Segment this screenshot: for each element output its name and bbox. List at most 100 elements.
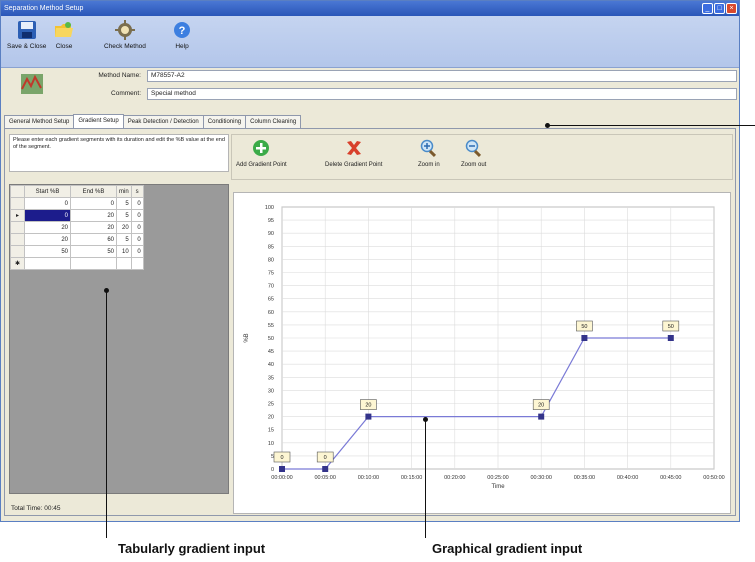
zoom-in-button[interactable]: Zoom in	[418, 138, 440, 168]
row-marker[interactable]: ▸	[10, 209, 25, 222]
cell-start-b[interactable]: 0	[24, 209, 71, 222]
x-tick-label: 00:00:00	[271, 475, 292, 481]
cell-end-b[interactable]: 20	[70, 221, 117, 234]
check-method-icon	[114, 20, 135, 40]
check-method-button[interactable]: Check Method	[104, 19, 146, 50]
window-controls: _ □ ×	[702, 3, 737, 14]
x-tick-label: 00:05:00	[314, 475, 335, 481]
row-marker[interactable]	[10, 197, 25, 210]
x-tick-label: 00:50:00	[703, 475, 724, 481]
tab-general-method-setup[interactable]: General Method Setup	[4, 115, 75, 128]
cell-start-b[interactable]: 20	[24, 233, 71, 246]
cell-end-b[interactable]: 20	[70, 209, 117, 222]
minimize-button[interactable]: _	[702, 3, 713, 14]
cell-start-b[interactable]	[24, 257, 71, 270]
column-header-min[interactable]: min	[116, 185, 132, 198]
cell-min[interactable]: 5	[116, 209, 132, 222]
column-header-end-b[interactable]: End %B	[70, 185, 117, 198]
y-tick-label: 50	[268, 336, 274, 342]
column-header-start-b[interactable]: Start %B	[24, 185, 71, 198]
minimize-icon: _	[705, 5, 710, 12]
gradient-toolbar: Add Gradient Point Delete Gradient Point…	[231, 134, 733, 180]
gradient-chart[interactable]: 1009590858075706560555045403530252015105…	[234, 193, 732, 515]
tab-peak-detection[interactable]: Peak Detection / Detection	[122, 115, 204, 128]
cell-min[interactable]	[116, 257, 132, 270]
table-row[interactable]: 0 0 5 0	[10, 197, 144, 210]
instruction-text: Please enter each gradient segments with…	[9, 134, 229, 172]
row-marker[interactable]	[10, 245, 25, 258]
column-header-marker	[10, 185, 25, 198]
cell-start-b[interactable]: 20	[24, 221, 71, 234]
column-header-s[interactable]: s	[130, 185, 144, 198]
cell-min[interactable]: 20	[116, 221, 132, 234]
zoom-out-button[interactable]: Zoom out	[461, 138, 486, 168]
data-point	[279, 466, 285, 472]
table-row[interactable]: 20 60 5 0	[10, 233, 144, 246]
row-marker[interactable]	[10, 221, 25, 234]
y-tick-label: 0	[271, 467, 274, 473]
x-tick-label: 00:30:00	[530, 475, 551, 481]
cell-end-b[interactable]: 60	[70, 233, 117, 246]
close-button[interactable]: Close	[53, 19, 75, 50]
callout-dot-graphical	[423, 417, 428, 422]
close-window-button[interactable]: ×	[726, 3, 737, 14]
zoom-out-label: Zoom out	[461, 162, 487, 168]
y-tick-label: 25	[268, 402, 274, 408]
cell-s[interactable]	[130, 257, 144, 270]
cell-min[interactable]: 5	[116, 233, 132, 246]
method-name-field[interactable]: M78557-A2	[147, 70, 737, 82]
cell-end-b[interactable]: 0	[70, 197, 117, 210]
title-bar: Separation Method Setup _ □ ×	[1, 1, 739, 16]
tab-gradient-setup[interactable]: Gradient Setup	[73, 114, 124, 128]
y-tick-label: 15	[268, 428, 274, 434]
cell-min[interactable]: 5	[116, 197, 132, 210]
cell-end-b[interactable]: 50	[70, 245, 117, 258]
help-button[interactable]: ? Help	[171, 19, 193, 50]
close-label: Close	[55, 43, 73, 50]
gradient-chart-panel[interactable]: 100 95 90 85 80 75 70 65 60 55 50 45 40 35 30 25 20 15 10 5…	[233, 192, 731, 514]
cell-end-b[interactable]	[70, 257, 117, 270]
cell-s[interactable]: 0	[130, 221, 144, 234]
table-row[interactable]: ▸ 0 20 5 0	[10, 209, 144, 222]
y-tick-label: 90	[268, 231, 274, 237]
maximize-button[interactable]: □	[714, 3, 725, 14]
x-tick-label: 00:25:00	[487, 475, 508, 481]
table-row[interactable]: 20 20 20 0	[10, 221, 144, 234]
y-tick-label: 35	[268, 375, 274, 381]
cell-start-b[interactable]: 50	[24, 245, 71, 258]
delete-gradient-point-button[interactable]: Delete Gradient Point	[325, 138, 382, 168]
x-tick-label: 00:35:00	[574, 475, 595, 481]
y-tick-label: 60	[268, 310, 274, 316]
gradient-table-panel: Start %B End %B min s 0 0 5 0 ▸ 0 20 5 0…	[9, 184, 229, 494]
tab-column-cleaning[interactable]: Column Cleaning	[245, 115, 302, 128]
check-method-label: Check Method	[104, 43, 146, 50]
help-label: Help	[175, 43, 189, 50]
cell-s[interactable]: 0	[130, 245, 144, 258]
table-row[interactable]: 50 50 10 0	[10, 245, 144, 258]
tab-strip: General Method Setup Gradient Setup Peak…	[4, 114, 302, 128]
tab-conditioning[interactable]: Conditioning	[202, 115, 247, 128]
save-close-button[interactable]: Save & Close	[7, 19, 46, 50]
data-label: 0	[324, 455, 327, 461]
y-tick-label: 65	[268, 297, 274, 303]
svg-text:?: ?	[179, 25, 186, 37]
row-marker[interactable]	[10, 233, 25, 246]
cell-min[interactable]: 10	[116, 245, 132, 258]
callout-line-tabs	[547, 125, 755, 126]
method-name-label: Method Name:	[98, 72, 141, 79]
y-tick-label: 70	[268, 284, 274, 290]
table-new-row[interactable]: ✱	[10, 257, 144, 270]
y-tick-label: 20	[268, 415, 274, 421]
new-row-marker[interactable]: ✱	[10, 257, 25, 270]
cell-s[interactable]: 0	[130, 209, 144, 222]
y-tick-label: 80	[268, 257, 274, 263]
cell-start-b[interactable]: 0	[24, 197, 71, 210]
add-gradient-point-button[interactable]: Add Gradient Point	[236, 138, 287, 168]
close-icon: ×	[729, 5, 734, 12]
gradient-setup-panel: Please enter each gradient segments with…	[4, 128, 736, 516]
y-tick-label: 75	[268, 271, 274, 277]
delete-gradient-point-label: Delete Gradient Point	[325, 162, 383, 168]
cell-s[interactable]: 0	[130, 233, 144, 246]
cell-s[interactable]: 0	[130, 197, 144, 210]
comment-field[interactable]: Special method	[147, 88, 737, 100]
